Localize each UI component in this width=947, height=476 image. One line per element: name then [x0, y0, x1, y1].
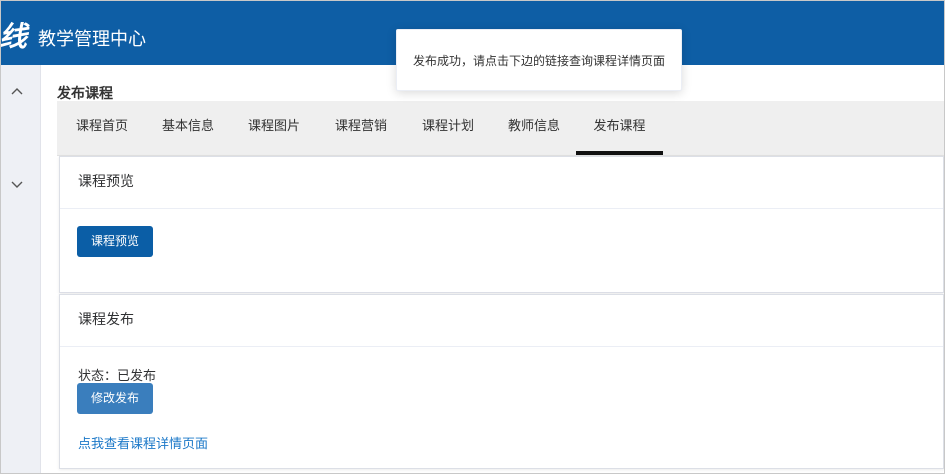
- preview-card: 课程预览 课程预览: [59, 156, 944, 293]
- course-detail-link[interactable]: 点我查看课程详情页面: [78, 433, 208, 452]
- logo[interactable]: 线: [1, 15, 27, 55]
- toast-message: 发布成功，请点击下边的链接查询课程详情页面: [412, 54, 665, 68]
- app-window: 线 教学管理中心 发布课程 课程首页 基本信息 课程图片 课程营销 课程计划 教…: [0, 0, 945, 474]
- main-content: 发布课程 课程首页 基本信息 课程图片 课程营销 课程计划 教师信息 发布课程 …: [41, 65, 944, 473]
- tab-course-images[interactable]: 课程图片: [231, 101, 317, 155]
- chevron-down-icon[interactable]: [10, 177, 24, 191]
- tab-course-marketing[interactable]: 课程营销: [317, 101, 405, 155]
- tab-course-plan[interactable]: 课程计划: [405, 101, 491, 155]
- page-title: 发布课程: [57, 86, 113, 102]
- preview-card-title: 课程预览: [60, 157, 943, 209]
- chevron-up-icon[interactable]: [10, 85, 24, 99]
- tab-teacher-info[interactable]: 教师信息: [491, 101, 577, 155]
- modify-publish-button[interactable]: 修改发布: [77, 383, 154, 414]
- success-toast: 发布成功，请点击下边的链接查询课程详情页面: [396, 29, 682, 91]
- sidebar: [1, 65, 41, 473]
- tab-course-home[interactable]: 课程首页: [59, 101, 145, 155]
- tab-bar: 课程首页 基本信息 课程图片 课程营销 课程计划 教师信息 发布课程: [57, 101, 944, 156]
- tab-publish-course[interactable]: 发布课程: [576, 101, 663, 155]
- tab-basic-info[interactable]: 基本信息: [145, 101, 231, 155]
- app-title: 教学管理中心: [38, 29, 146, 50]
- publish-status: 状态：已发布: [78, 369, 157, 384]
- course-preview-button[interactable]: 课程预览: [77, 226, 154, 257]
- publish-card: 课程发布 状态：已发布 修改发布 点我查看课程详情页面: [59, 294, 944, 469]
- publish-card-title: 课程发布: [60, 295, 943, 347]
